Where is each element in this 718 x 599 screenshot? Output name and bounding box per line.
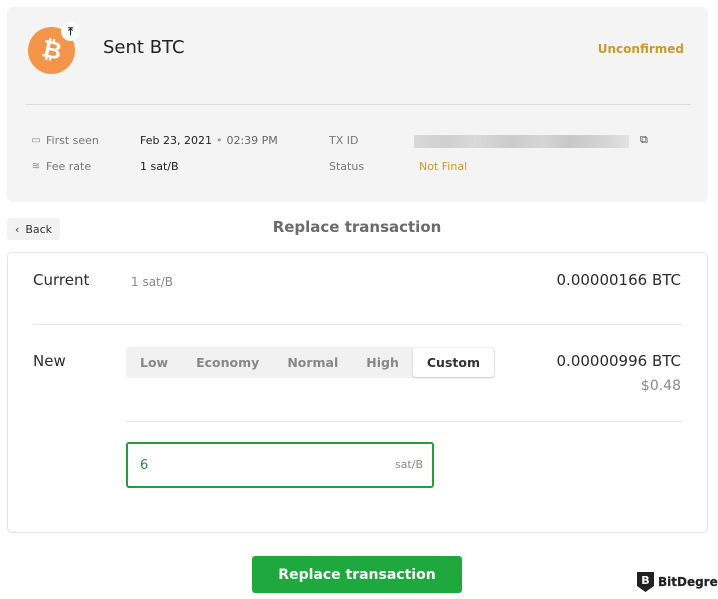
first-seen-date: Feb 23, 2021 — [140, 134, 212, 147]
fee-option-custom[interactable]: Custom — [412, 348, 494, 377]
txid-label: TX ID — [329, 134, 359, 147]
custom-fee-field[interactable]: sat/B — [126, 442, 434, 488]
bitcoin-icon: ₿ ⤒ — [28, 22, 80, 74]
first-seen-label-text: First seen — [46, 134, 99, 147]
status-value: Not Final — [419, 160, 468, 173]
current-fee-rate: 1 sat/B — [131, 275, 174, 289]
separator-dot: • — [215, 134, 223, 147]
fee-option-high[interactable]: High — [352, 347, 413, 378]
current-amount: 0.00000166 BTC — [556, 271, 681, 289]
custom-fee-input[interactable] — [140, 454, 360, 476]
confirmation-status: Unconfirmed — [597, 42, 684, 56]
page-title: Replace transaction — [272, 218, 442, 236]
replace-transaction-button[interactable]: Replace transaction — [252, 556, 462, 593]
new-fiat-amount: $0.48 — [640, 378, 681, 394]
bitdegree-logo-icon: B — [637, 572, 654, 592]
status-label: Status — [329, 160, 365, 173]
txid-value-redacted — [414, 135, 629, 148]
upload-arrow-icon: ⤒ — [61, 22, 80, 41]
watermark-text: BitDegree — [658, 575, 718, 589]
transaction-card: ₿ ⤒ Sent BTC Unconfirmed ▭ First seen Fe… — [7, 7, 708, 202]
new-amount: 0.00000996 BTC — [556, 352, 681, 370]
divider — [126, 421, 682, 422]
fee-rate-label: ≋ Fee rate — [31, 160, 91, 173]
current-label: Current — [33, 271, 90, 289]
divider — [26, 104, 691, 105]
fee-rate-label-text: Fee rate — [46, 160, 92, 173]
calendar-icon: ▭ — [31, 135, 41, 146]
new-label: New — [33, 352, 66, 370]
fee-option-low[interactable]: Low — [126, 347, 182, 378]
transaction-title: Sent BTC — [103, 37, 185, 58]
first-seen-time: 02:39 PM — [226, 134, 278, 147]
fee-rate-value: 1 sat/B — [140, 160, 179, 173]
external-link-icon[interactable]: ⧉ — [640, 133, 648, 147]
fee-icon: ≋ — [31, 161, 41, 172]
first-seen-value: Feb 23, 2021 • 02:39 PM — [140, 134, 278, 147]
first-seen-label: ▭ First seen — [31, 134, 99, 147]
divider — [33, 324, 682, 325]
fee-option-selector: Low Economy Normal High Custom — [126, 347, 495, 378]
replace-fee-card: Current 1 sat/B 0.00000166 BTC New Low E… — [7, 252, 708, 533]
fee-option-normal[interactable]: Normal — [273, 347, 352, 378]
bitdegree-watermark: B BitDegree — [637, 572, 718, 592]
bitcoin-symbol-icon: ₿ — [39, 34, 65, 66]
fee-option-economy[interactable]: Economy — [182, 347, 273, 378]
fee-unit-label: sat/B — [394, 458, 423, 471]
